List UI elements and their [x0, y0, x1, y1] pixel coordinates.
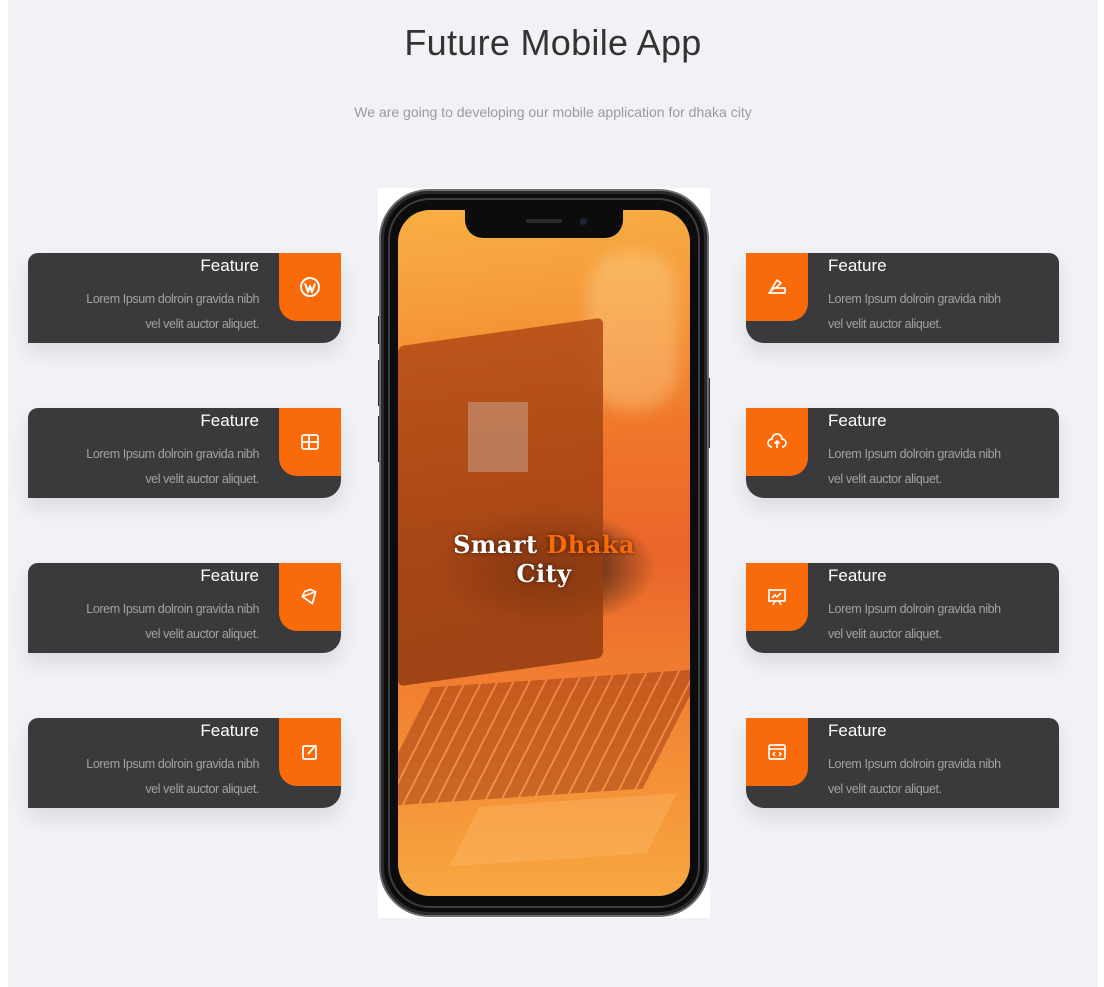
app-name-text: Smart Dhaka City [398, 530, 690, 588]
feature-desc-line: Lorem Ipsum dolroin gravida nibh [86, 292, 259, 306]
feature-card-right-4[interactable]: Feature Lorem Ipsum dolroin gravida nibh… [746, 718, 1059, 808]
feature-title: Feature [828, 411, 887, 430]
laptop-window [468, 402, 528, 472]
section-title: Future Mobile App [404, 22, 702, 63]
feature-card-right-2[interactable]: Feature Lorem Ipsum dolroin gravida nibh… [746, 408, 1059, 498]
future-app-section: Future Mobile App We are going to develo… [8, 0, 1098, 987]
feature-description: Lorem Ipsum dolroin gravida nibh vel vel… [34, 442, 259, 492]
phone-camera [580, 218, 587, 225]
app-name-city: City [516, 559, 572, 588]
feature-description: Lorem Ipsum dolroin gravida nibh vel vel… [34, 287, 259, 337]
feature-title: Feature [200, 256, 259, 275]
feature-card-left-2[interactable]: Feature Lorem Ipsum dolroin gravida nibh… [28, 408, 341, 498]
wordpress-icon [279, 253, 341, 321]
feature-card-left-4[interactable]: Feature Lorem Ipsum dolroin gravida nibh… [28, 718, 341, 808]
palette-icon [746, 253, 808, 321]
feature-title: Feature [200, 721, 259, 740]
feature-title: Feature [200, 566, 259, 585]
feature-title: Feature [828, 721, 887, 740]
feature-description: Lorem Ipsum dolroin gravida nibh vel vel… [828, 287, 1053, 337]
phone-screen: Smart Dhaka City [398, 210, 690, 896]
feature-card-left-3[interactable]: Feature Lorem Ipsum dolroin gravida nibh… [28, 563, 341, 653]
cloud-sync-icon [746, 408, 808, 476]
feature-desc-line: Lorem Ipsum dolroin gravida nibh [828, 292, 1001, 306]
feature-title: Feature [200, 411, 259, 430]
feature-desc-line: Lorem Ipsum dolroin gravida nibh [86, 447, 259, 461]
feature-desc-line: vel velit auctor aliquet. [828, 782, 942, 796]
code-window-icon [746, 718, 808, 786]
laptop-keyboard [398, 669, 690, 807]
feature-description: Lorem Ipsum dolroin gravida nibh vel vel… [828, 597, 1053, 647]
feature-desc-line: Lorem Ipsum dolroin gravida nibh [828, 602, 1001, 616]
feature-desc-line: vel velit auctor aliquet. [145, 472, 259, 486]
feature-description: Lorem Ipsum dolroin gravida nibh vel vel… [34, 752, 259, 802]
app-name-smart: Smart [453, 530, 547, 559]
feature-description: Lorem Ipsum dolroin gravida nibh vel vel… [34, 597, 259, 647]
feature-desc-line: Lorem Ipsum dolroin gravida nibh [828, 447, 1001, 461]
feature-description: Lorem Ipsum dolroin gravida nibh vel vel… [828, 752, 1053, 802]
section-subtitle: We are going to developing our mobile ap… [354, 104, 752, 120]
laptop-image [398, 317, 603, 687]
feature-desc-line: vel velit auctor aliquet. [828, 317, 942, 331]
phone-body: Smart Dhaka City [381, 191, 707, 915]
feature-desc-line: vel velit auctor aliquet. [145, 782, 259, 796]
feature-title: Feature [828, 566, 887, 585]
phone-mockup: Smart Dhaka City [378, 188, 710, 918]
feature-title: Feature [828, 256, 887, 275]
feature-card-right-3[interactable]: Feature Lorem Ipsum dolroin gravida nibh… [746, 563, 1059, 653]
phone-side-button [707, 378, 710, 448]
presentation-chart-icon [746, 563, 808, 631]
layout-icon [279, 408, 341, 476]
app-name-dhaka: Dhaka [546, 530, 635, 559]
feature-desc-line: vel velit auctor aliquet. [828, 627, 942, 641]
diamond-icon [279, 563, 341, 631]
feature-desc-line: vel velit auctor aliquet. [145, 317, 259, 331]
feature-card-right-1[interactable]: Feature Lorem Ipsum dolroin gravida nibh… [746, 253, 1059, 343]
feature-description: Lorem Ipsum dolroin gravida nibh vel vel… [828, 442, 1053, 492]
feature-desc-line: Lorem Ipsum dolroin gravida nibh [86, 757, 259, 771]
edit-icon [279, 718, 341, 786]
phone-speaker [526, 219, 562, 223]
phone-notch [465, 210, 623, 238]
feature-desc-line: vel velit auctor aliquet. [828, 472, 942, 486]
feature-desc-line: Lorem Ipsum dolroin gravida nibh [828, 757, 1001, 771]
laptop-trackpad [449, 793, 677, 867]
feature-desc-line: Lorem Ipsum dolroin gravida nibh [86, 602, 259, 616]
feature-desc-line: vel velit auctor aliquet. [145, 627, 259, 641]
feature-card-left-1[interactable]: Feature Lorem Ipsum dolroin gravida nibh… [28, 253, 341, 343]
